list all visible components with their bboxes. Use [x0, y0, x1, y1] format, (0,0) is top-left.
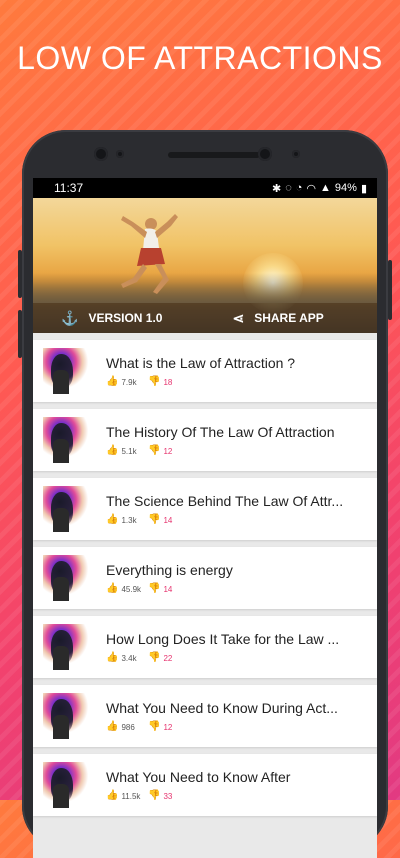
article-title: Everything is energy: [106, 562, 233, 578]
article-card[interactable]: What is the Law of Attraction ? 👍 7.9k 👎 1…: [33, 340, 377, 402]
like-count: 👍 5.1k: [106, 445, 137, 456]
dislike-count: 👎 22: [148, 652, 173, 663]
front-camera-2: [258, 147, 272, 161]
article-thumbnail: [43, 555, 95, 601]
status-bar: 11:37 ✱ ◌ ◔ ◠ ▲ 94% ▮: [33, 178, 377, 198]
thumbs-up-icon: 👍: [106, 445, 119, 456]
bluetooth-icon: ✱: [271, 182, 282, 195]
dislike-count: 👎 14: [148, 583, 173, 594]
phone-frame: 11:37 ✱ ◌ ◔ ◠ ▲ 94% ▮ ⚓ VERSION 1.0 ⋖ SH…: [18, 130, 392, 858]
battery-percent: 94%: [334, 182, 357, 194]
article-thumbnail: [43, 762, 95, 808]
article-title: How Long Does It Take for the Law ...: [106, 631, 340, 647]
article-title: What You Need to Know After: [106, 769, 291, 785]
like-count: 👍 7.9k: [106, 376, 137, 387]
thumbs-down-icon: 👎: [148, 514, 161, 525]
share-app-label: SHARE APP: [254, 311, 324, 325]
thumbs-down-icon: 👎: [148, 652, 161, 663]
article-thumbnail: [43, 348, 95, 394]
wifi-icon: ◠: [306, 182, 317, 195]
like-count: 👍 986: [106, 721, 135, 732]
thumbs-down-icon: 👎: [148, 583, 161, 594]
banner-action-bar: ⚓ VERSION 1.0 ⋖ SHARE APP: [33, 303, 377, 333]
like-count: 👍 1.3k: [106, 514, 137, 525]
share-app-button[interactable]: ⋖ SHARE APP: [232, 310, 323, 327]
sensor: [116, 150, 124, 158]
alarm-icon: ◔: [295, 182, 303, 194]
article-thumbnail: [43, 486, 95, 532]
thumbs-down-icon: 👎: [148, 445, 161, 456]
thumbs-up-icon: 👍: [106, 376, 119, 387]
dislike-count: 👎 12: [148, 721, 173, 732]
share-icon: ⋖: [232, 309, 245, 326]
jumping-woman-image: [121, 214, 178, 294]
version-label: VERSION 1.0: [88, 311, 163, 325]
article-card[interactable]: What You Need to Know During Act... 👍 986…: [33, 685, 377, 747]
thumbs-down-icon: 👎: [148, 721, 161, 732]
like-count: 👍 3.4k: [106, 652, 137, 663]
article-card[interactable]: How Long Does It Take for the Law ... 👍 3…: [33, 616, 377, 678]
thumbs-up-icon: 👍: [106, 652, 119, 663]
mute-icon: ◌: [285, 182, 292, 194]
sensor-2: [292, 150, 300, 158]
article-title: The History Of The Law Of Attraction: [106, 424, 335, 440]
thumbs-up-icon: 👍: [106, 721, 119, 732]
like-count: 👍 45.9k: [106, 583, 142, 594]
article-card[interactable]: Everything is energy 👍 45.9k 👎 14: [33, 547, 377, 609]
volume-button: [18, 250, 22, 298]
thumbs-down-icon: 👎: [148, 376, 161, 387]
article-card[interactable]: What You Need to Know After 👍 11.5k 👎 33: [33, 754, 377, 816]
article-card[interactable]: The Science Behind The Law Of Attr... 👍 1…: [33, 478, 377, 540]
app-screen: 11:37 ✱ ◌ ◔ ◠ ▲ 94% ▮ ⚓ VERSION 1.0 ⋖ SH…: [33, 178, 377, 858]
article-card[interactable]: The History Of The Law Of Attraction 👍 5.…: [33, 409, 377, 471]
thumbs-up-icon: 👍: [106, 514, 119, 525]
article-thumbnail: [43, 624, 95, 670]
signal-icon: ▲: [320, 182, 331, 194]
power-button: [388, 260, 392, 320]
front-camera: [94, 147, 108, 161]
volume-button: [18, 310, 22, 358]
horizon: [33, 273, 377, 303]
dislike-count: 👎 14: [148, 514, 173, 525]
earpiece-speaker: [168, 152, 260, 158]
article-title: What You Need to Know During Act...: [106, 700, 338, 716]
article-thumbnail: [43, 693, 95, 739]
version-info: ⚓ VERSION 1.0: [61, 310, 162, 327]
thumbs-up-icon: 👍: [106, 583, 119, 594]
dislike-count: 👎 18: [148, 376, 173, 387]
article-title: The Science Behind The Law Of Attr...: [106, 493, 344, 509]
article-thumbnail: [43, 417, 95, 463]
anchor-icon: ⚓: [61, 309, 79, 326]
battery-icon: ▮: [360, 182, 367, 195]
header-banner: ⚓ VERSION 1.0 ⋖ SHARE APP: [33, 198, 377, 333]
dislike-count: 👎 12: [148, 445, 173, 456]
headline: LOW OF ATTRACTIONS: [17, 40, 383, 76]
status-time: 11:37: [54, 181, 84, 195]
article-title: What is the Law of Attraction ?: [106, 355, 296, 371]
article-list: What is the Law of Attraction ? 👍 7.9k 👎 1…: [33, 333, 377, 816]
